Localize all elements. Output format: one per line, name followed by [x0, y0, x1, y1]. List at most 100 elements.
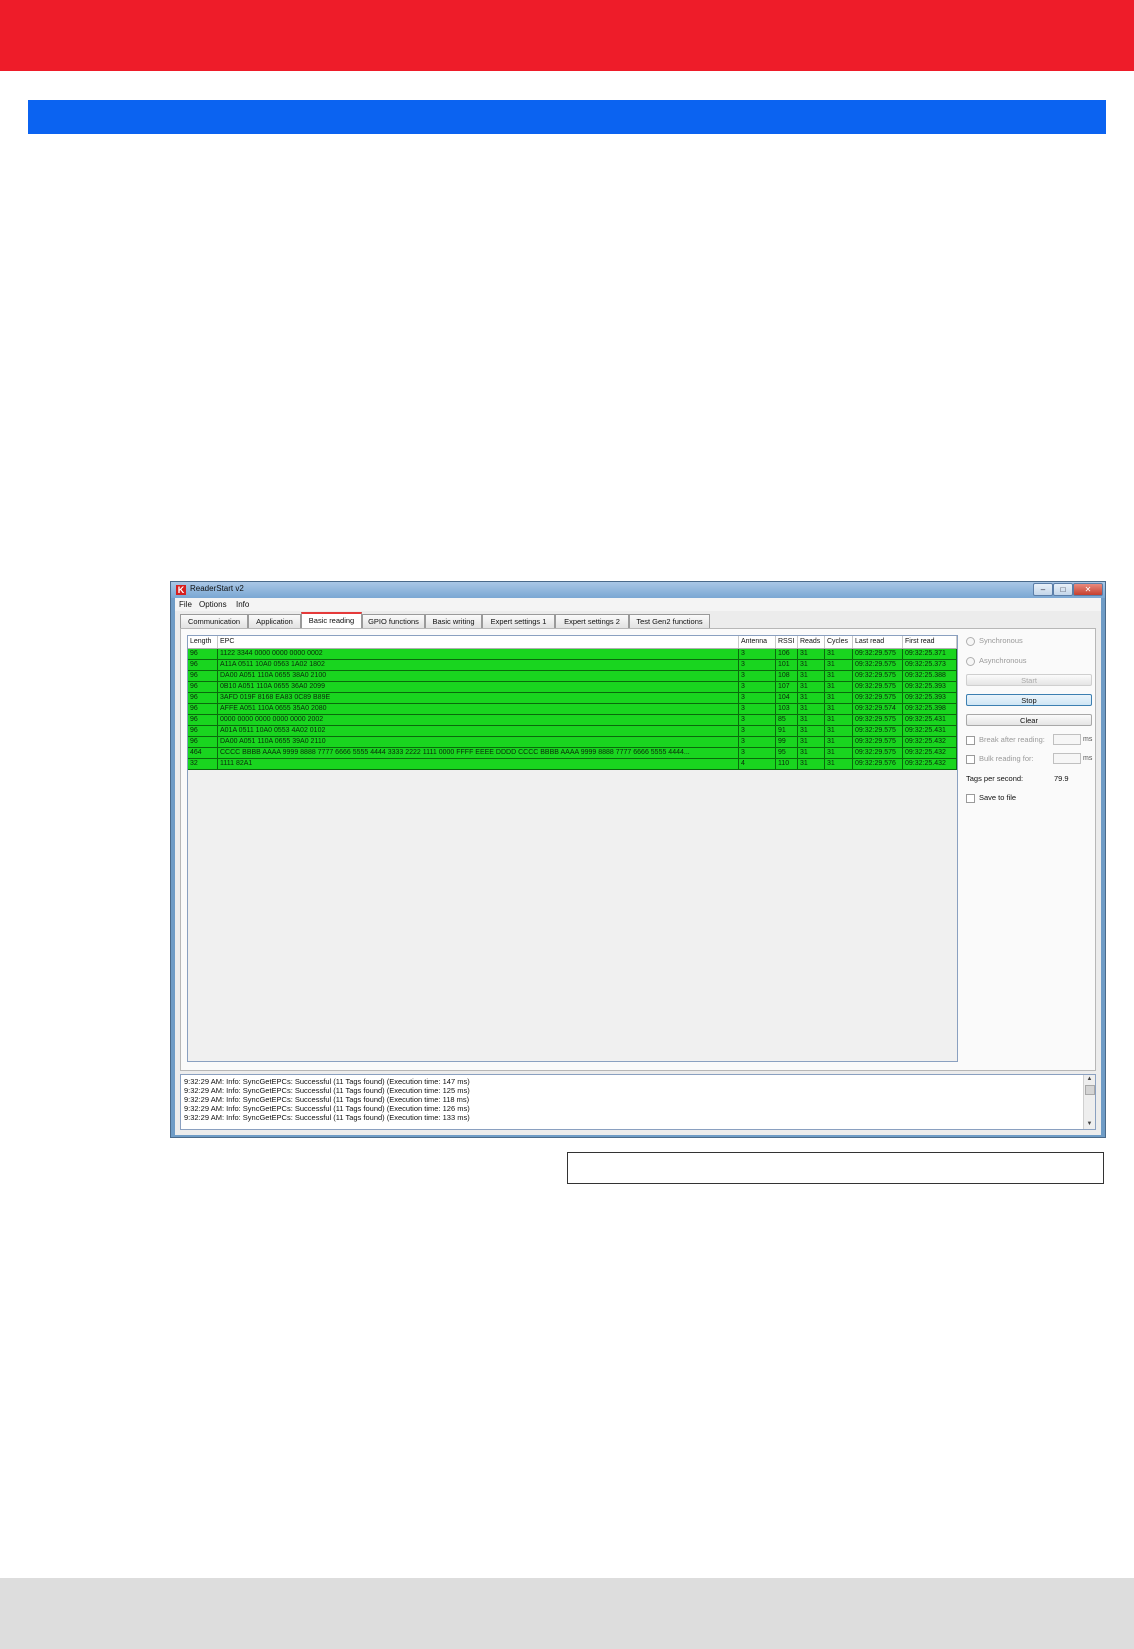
asynchronous-label: Asynchronous [979, 656, 1027, 665]
cell-cycles: 31 [825, 671, 853, 681]
cell-rssi: 91 [776, 726, 798, 736]
radio-circle-icon [966, 656, 975, 666]
cell-cycles: 31 [825, 726, 853, 736]
cell-first-read: 09:32:25.432 [903, 737, 957, 747]
asynchronous-radio[interactable]: Asynchronous [966, 655, 1027, 667]
cell-first-read: 09:32:25.373 [903, 660, 957, 670]
synchronous-radio[interactable]: Synchronous [966, 635, 1023, 647]
tab-basic-writing[interactable]: Basic writing [425, 614, 482, 628]
cell-epc: CCCC BBBB AAAA 9999 8888 7777 6666 5555 … [218, 748, 739, 758]
column-header-antenna[interactable]: Antenna [739, 636, 776, 648]
maximize-button[interactable]: □ [1053, 583, 1073, 596]
cell-first-read: 09:32:25.371 [903, 649, 957, 659]
bulk-reading-checkbox[interactable]: Bulk reading for: [966, 753, 1034, 765]
tab-gpio-functions[interactable]: GPIO functions [362, 614, 425, 628]
clear-button[interactable]: Clear [966, 714, 1092, 726]
table-row[interactable]: 464 CCCC BBBB AAAA 9999 8888 7777 6666 55… [188, 748, 957, 759]
scroll-thumb[interactable] [1085, 1085, 1095, 1095]
window-title: ReaderStart v2 [190, 584, 244, 593]
scroll-up-arrow-icon[interactable]: ▲ [1084, 1075, 1095, 1084]
table-row[interactable]: 32 1111 82A1 4 110 31 31 09:32:29.576 09:32:25.… [188, 759, 957, 770]
tab-application[interactable]: Application [248, 614, 301, 628]
title-bar: K ReaderStart v2 – □ ✕ [171, 582, 1105, 598]
cell-antenna: 3 [739, 660, 776, 670]
table-row[interactable]: 96 A01A 0511 10A0 0553 4A02 0102 3 91 31 31 09… [188, 726, 957, 737]
cell-last-read: 09:32:29.575 [853, 660, 903, 670]
minimize-button[interactable]: – [1033, 583, 1053, 596]
table-row[interactable]: 96 AFFE A051 110A 0655 35A0 2080 3 103 31 31 0… [188, 704, 957, 715]
epc-table[interactable]: Length EPC Antenna RSSI Reads Cycles Last read… [187, 635, 958, 1062]
table-row[interactable]: 96 0000 0000 0000 0000 0000 2002 3 85 31 31 09… [188, 715, 957, 726]
cell-epc: 3AFD 019F 8168 EA83 0C89 B89E [218, 693, 739, 703]
tab-expert-settings-1[interactable]: Expert settings 1 [482, 614, 555, 628]
cell-last-read: 09:32:29.576 [853, 759, 903, 769]
log-line: 9:32:29 AM: Info: SyncGetEPCs: Successfu… [184, 1077, 470, 1086]
tab-expert-settings-2[interactable]: Expert settings 2 [555, 614, 629, 628]
break-after-reading-input[interactable] [1053, 734, 1081, 745]
close-button[interactable]: ✕ [1073, 583, 1103, 596]
table-row[interactable]: 96 1122 3344 0000 0000 0000 0002 3 106 31 31 0… [188, 649, 957, 660]
break-after-reading-checkbox[interactable]: Break after reading: [966, 734, 1045, 746]
menu-file[interactable]: File [179, 600, 192, 609]
cell-rssi: 95 [776, 748, 798, 758]
cell-first-read: 09:32:25.393 [903, 682, 957, 692]
table-row[interactable]: 96 A11A 0511 10A0 0563 1A02 1802 3 101 31 31 0… [188, 660, 957, 671]
start-button[interactable]: Start [966, 674, 1092, 686]
synchronous-label: Synchronous [979, 636, 1023, 645]
cell-last-read: 09:32:29.575 [853, 693, 903, 703]
cell-last-read: 09:32:29.575 [853, 726, 903, 736]
tab-communication[interactable]: Communication [180, 614, 248, 628]
page-header-bar [0, 0, 1134, 71]
save-to-file-checkbox[interactable]: Save to file [966, 792, 1016, 804]
table-row[interactable]: 96 DA00 A051 110A 0655 39A0 2110 3 99 31 31 09… [188, 737, 957, 748]
cell-cycles: 31 [825, 704, 853, 714]
cell-epc: 0B10 A051 110A 0655 36A0 2099 [218, 682, 739, 692]
cell-cycles: 31 [825, 737, 853, 747]
column-header-cycles[interactable]: Cycles [825, 636, 853, 648]
cell-antenna: 4 [739, 759, 776, 769]
cell-length: 96 [188, 660, 218, 670]
menu-info[interactable]: Info [236, 600, 249, 609]
table-row[interactable]: 96 DA00 A051 110A 0655 38A0 2100 3 108 31 31 0… [188, 671, 957, 682]
column-header-reads[interactable]: Reads [798, 636, 825, 648]
cell-epc: 0000 0000 0000 0000 0000 2002 [218, 715, 739, 725]
cell-antenna: 3 [739, 726, 776, 736]
log-output[interactable]: 9:32:29 AM: Info: SyncGetEPCs: Successfu… [180, 1074, 1096, 1130]
radio-circle-icon [966, 636, 975, 646]
reading-controls: Synchronous Asynchronous Start Stop Clea… [966, 635, 1092, 835]
table-row[interactable]: 96 3AFD 019F 8168 EA83 0C89 B89E 3 104 31 31 0… [188, 693, 957, 704]
bulk-reading-input[interactable] [1053, 753, 1081, 764]
cell-first-read: 09:32:25.431 [903, 715, 957, 725]
log-scrollbar[interactable]: ▲ ▼ [1083, 1075, 1095, 1129]
cell-length: 96 [188, 726, 218, 736]
cell-epc: AFFE A051 110A 0655 35A0 2080 [218, 704, 739, 714]
cell-length: 96 [188, 704, 218, 714]
stop-button[interactable]: Stop [966, 694, 1092, 706]
tab-basic-reading[interactable]: Basic reading [301, 612, 362, 628]
cell-last-read: 09:32:29.574 [853, 704, 903, 714]
cell-reads: 31 [798, 759, 825, 769]
cell-cycles: 31 [825, 748, 853, 758]
column-header-first-read[interactable]: First read [903, 636, 957, 648]
table-row[interactable]: 96 0B10 A051 110A 0655 36A0 2099 3 107 31 31 0… [188, 682, 957, 693]
column-header-epc[interactable]: EPC [218, 636, 739, 648]
checkbox-icon [966, 793, 975, 803]
cell-first-read: 09:32:25.398 [903, 704, 957, 714]
column-header-length[interactable]: Length [188, 636, 218, 648]
cell-cycles: 31 [825, 715, 853, 725]
cell-reads: 31 [798, 649, 825, 659]
tags-per-second-label: Tags per second: [966, 774, 1024, 783]
break-after-reading-label: Break after reading: [979, 735, 1045, 744]
cell-rssi: 107 [776, 682, 798, 692]
menu-options[interactable]: Options [199, 600, 227, 609]
page-footer-bar [0, 1578, 1134, 1649]
client-area: File Options Info Communication Applicat… [175, 598, 1101, 1135]
column-header-last-read[interactable]: Last read [853, 636, 903, 648]
cell-reads: 31 [798, 704, 825, 714]
cell-epc: 1122 3344 0000 0000 0000 0002 [218, 649, 739, 659]
cell-last-read: 09:32:29.575 [853, 671, 903, 681]
scroll-down-arrow-icon[interactable]: ▼ [1084, 1120, 1095, 1129]
tab-test-gen2-functions[interactable]: Test Gen2 functions [629, 614, 710, 628]
bulk-reading-label: Bulk reading for: [979, 754, 1034, 763]
column-header-rssi[interactable]: RSSI [776, 636, 798, 648]
